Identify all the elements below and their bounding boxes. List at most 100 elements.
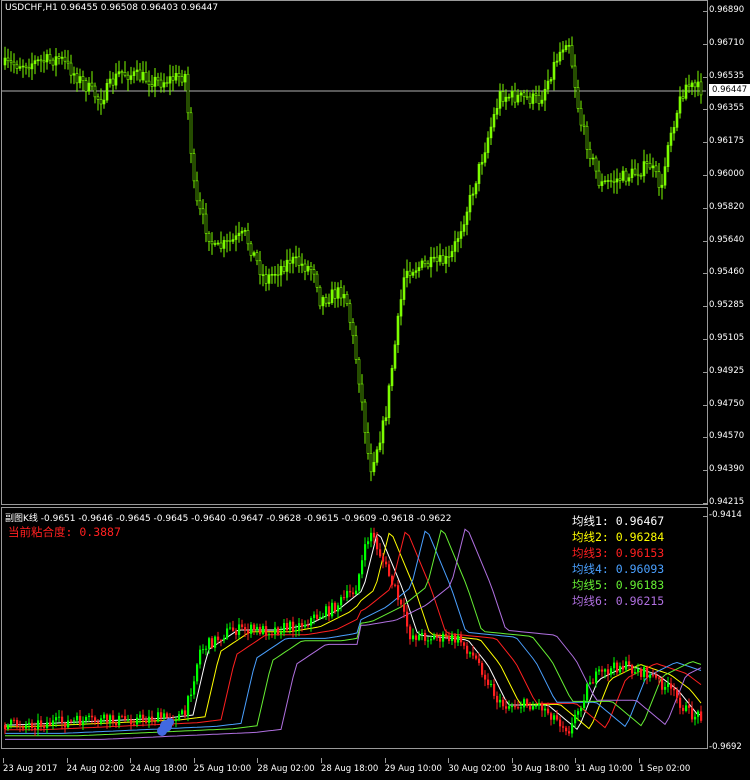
sub-candle-body — [661, 678, 664, 690]
time-axis-label: 30 Aug 02:00 — [448, 758, 506, 774]
sub-candle-body — [427, 640, 430, 642]
sub-candle-body — [364, 544, 367, 561]
sub-candle-body — [4, 725, 7, 730]
price-axis-label: 0.94215 — [702, 497, 745, 507]
sub-candle-body — [139, 714, 142, 718]
sub-candle-body — [421, 632, 424, 635]
time-axis-label: 1 Sep 02:00 — [639, 758, 691, 774]
sub-candle-body — [556, 715, 559, 720]
main-chart-title: USDCHF,H1 0.96455 0.96508 0.96403 0.9644… — [5, 3, 219, 13]
sub-candle-body — [505, 706, 508, 709]
sub-candle-body — [607, 669, 610, 675]
sub-candle-body — [574, 714, 577, 724]
sub-candle-body — [517, 707, 520, 709]
sub-candle-body — [130, 719, 133, 725]
sub-candle-body — [370, 532, 373, 542]
sub-candle-body — [241, 624, 244, 628]
sub-candle-body — [112, 715, 115, 723]
sub-candle-body — [286, 623, 289, 631]
sub-candle-body — [562, 726, 565, 728]
sub-candle-body — [460, 635, 463, 643]
sub-candle-body — [106, 714, 109, 723]
sub-candle-body — [58, 716, 61, 718]
sub-candle-body — [646, 667, 649, 678]
sub-candle-body — [304, 624, 307, 627]
sub-candle-body — [523, 699, 526, 708]
sub-candle-body — [250, 624, 253, 634]
sub-candle-body — [526, 699, 529, 707]
sub-candle-body — [649, 674, 652, 678]
sub-candle-body — [322, 616, 325, 618]
adhesion-label: 当前粘合度: 0.3887 — [8, 525, 121, 539]
sub-candle-body — [559, 719, 562, 727]
sub-candle-body — [220, 640, 223, 642]
sub-candle-body — [457, 635, 460, 643]
sub-candle-body — [385, 561, 388, 565]
price-axis-label: 0.96535 — [702, 70, 745, 81]
sub-candle-body — [688, 705, 691, 708]
sub-candle-body — [43, 725, 46, 728]
sub-candle-body — [280, 632, 283, 635]
sub-candle-body — [367, 541, 370, 545]
sub-candle-body — [151, 716, 154, 722]
sub-candle-body — [292, 621, 295, 632]
sub-candle-body — [295, 630, 298, 632]
signal-marker — [166, 718, 174, 726]
sub-candle-body — [697, 711, 700, 717]
sub-candle-body — [403, 604, 406, 612]
sub-candle-body — [13, 719, 16, 721]
sub-candle-body — [46, 722, 49, 728]
sub-candle-body — [64, 722, 67, 728]
price-axis-label: 0.94925 — [702, 365, 745, 376]
price-axis-label: 0.95640 — [702, 234, 745, 245]
sub-candle-body — [400, 599, 403, 605]
sub-candle-body — [583, 700, 586, 709]
sub-candle-body — [232, 627, 235, 631]
sub-candle-body — [466, 645, 469, 654]
sub-candle-body — [10, 719, 13, 725]
ma-legend-3: 均线3: 0.96153 — [572, 546, 665, 560]
sub-candle-body — [157, 712, 160, 722]
sub-candle-body — [415, 635, 418, 640]
sub-candle-body — [481, 662, 484, 675]
sub-candle-body — [478, 658, 481, 663]
sub-candle-body — [451, 634, 454, 642]
sub-candle-body — [109, 715, 112, 723]
sub-candle-body — [253, 624, 256, 631]
sub-candle-body — [430, 639, 433, 641]
sub-candle-body — [550, 713, 553, 720]
sub-indicator-chart[interactable] — [0, 0, 708, 760]
sub-candle-body — [334, 602, 337, 612]
sub-candle-body — [376, 537, 379, 550]
sub-candle-body — [382, 556, 385, 562]
sub-candle-body — [34, 728, 37, 730]
sub-candle-body — [520, 707, 523, 709]
sub-candle-body — [565, 727, 568, 732]
sub-candle-body — [217, 636, 220, 641]
sub-candle-body — [181, 710, 184, 715]
sub-candle-body — [469, 652, 472, 654]
sub-candle-body — [175, 720, 178, 722]
sub-candle-body — [40, 720, 43, 726]
sub-candle-body — [115, 722, 118, 726]
sub-candle-body — [343, 597, 346, 599]
sub-candle-body — [331, 602, 334, 617]
sub-candle-body — [136, 717, 139, 725]
sub-candle-body — [145, 720, 148, 723]
sub-axis-bottom: -0.9692 — [703, 742, 742, 752]
sub-candle-body — [496, 695, 499, 703]
time-axis-label: 23 Aug 2017 — [3, 758, 58, 774]
sub-candle-body — [694, 716, 697, 720]
price-axis-label: 0.94390 — [702, 464, 745, 475]
sub-candle-body — [673, 688, 676, 691]
sub-candle-body — [628, 661, 631, 666]
price-axis-label: 0.96890 — [702, 5, 745, 15]
sub-candle-body — [604, 669, 607, 672]
sub-candle-body — [316, 614, 319, 619]
sub-candle-body — [202, 649, 205, 651]
sub-candle-body — [67, 720, 70, 728]
sub-candle-body — [25, 724, 28, 729]
sub-candle-body — [82, 720, 85, 726]
sub-candle-body — [127, 719, 130, 721]
sub-candle-body — [406, 611, 409, 627]
